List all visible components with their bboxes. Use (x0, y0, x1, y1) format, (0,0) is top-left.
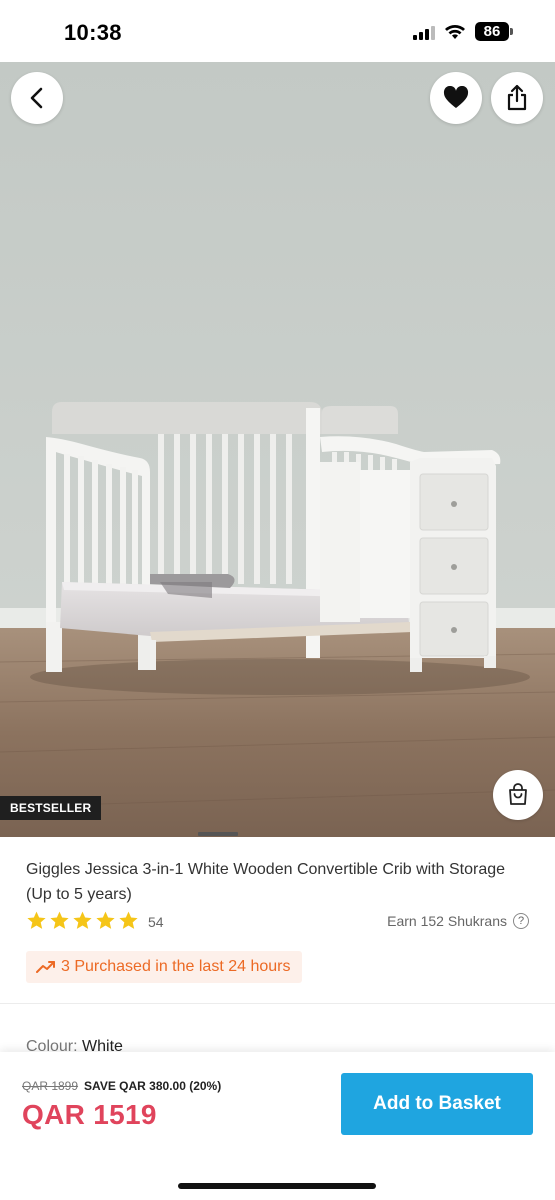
star-icon (50, 911, 69, 929)
status-bar: 10:38 86 (0, 0, 555, 62)
shopping-bag-icon (509, 783, 527, 805)
back-button[interactable] (11, 72, 63, 124)
shukrans-text: Earn 152 Shukrans (387, 913, 507, 929)
carousel-indicator (198, 832, 238, 836)
help-icon[interactable]: ? (513, 913, 529, 929)
discount-row: QAR 1899 SAVE QAR 380.00 (20%) (22, 1079, 221, 1093)
product-photo (0, 62, 555, 837)
status-icons: 86 (413, 22, 513, 41)
purchase-bar: QAR 1899 SAVE QAR 380.00 (20%) QAR 1519 … (0, 1052, 555, 1200)
star-icon (96, 911, 115, 929)
battery-level: 86 (475, 22, 509, 41)
product-image-carousel[interactable]: BESTSELLER (0, 62, 555, 837)
original-price: QAR 1899 (22, 1079, 79, 1093)
price-block: QAR 1899 SAVE QAR 380.00 (20%) QAR 1519 (22, 1079, 221, 1131)
shukrans-info: Earn 152 Shukrans ? (387, 913, 529, 929)
trending-up-icon (36, 961, 55, 973)
share-button[interactable] (491, 72, 543, 124)
share-icon (507, 84, 527, 111)
home-indicator[interactable] (178, 1183, 376, 1189)
battery-icon: 86 (475, 22, 513, 41)
savings-text: SAVE QAR 380.00 (20%) (84, 1079, 222, 1093)
current-price: QAR 1519 (22, 1099, 157, 1130)
add-to-basket-button[interactable]: Add to Basket (341, 1073, 533, 1135)
quick-add-basket-button[interactable] (493, 770, 543, 820)
review-count[interactable]: 54 (148, 914, 164, 930)
favourite-button[interactable] (430, 72, 482, 124)
cellular-signal-icon (413, 24, 435, 40)
star-icon (73, 911, 92, 929)
heart-icon (443, 86, 469, 108)
star-icon (27, 911, 46, 929)
star-icon (119, 911, 138, 929)
purchase-trend-badge: 3 Purchased in the last 24 hours (26, 951, 303, 983)
bestseller-badge: BESTSELLER (0, 796, 102, 820)
rating-row: 54 Earn 152 Shukrans ? (26, 910, 529, 934)
wifi-icon (445, 24, 465, 39)
product-title: Giggles Jessica 3-in-1 White Wooden Conv… (26, 861, 506, 903)
back-arrow-icon (30, 87, 43, 109)
status-time: 10:38 (64, 20, 122, 45)
purchased-text: 3 Purchased in the last 24 hours (61, 958, 291, 975)
star-rating[interactable] (26, 910, 139, 931)
section-divider (0, 1003, 555, 1004)
